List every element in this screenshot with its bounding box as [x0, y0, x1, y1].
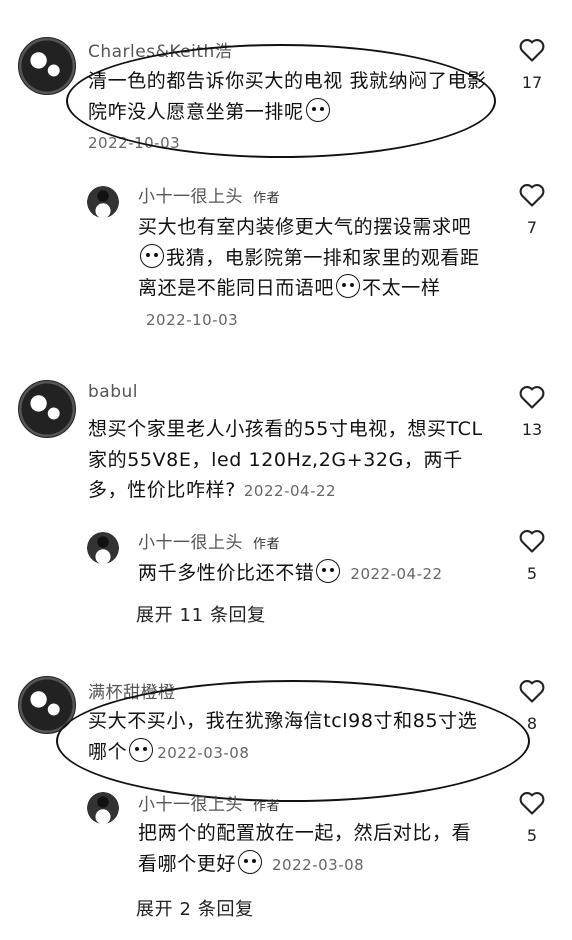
reply-date: 2022-10-03 — [146, 310, 239, 329]
avatar[interactable] — [86, 182, 120, 222]
reply-author[interactable]: 小十一很上头 作者 — [138, 528, 280, 553]
comment-author[interactable]: Charles&Keith浩 — [88, 37, 232, 62]
heart-outline-icon — [519, 39, 545, 62]
like-button[interactable]: 5 — [512, 528, 552, 583]
like-count: 13 — [521, 420, 543, 439]
avatar[interactable] — [86, 788, 120, 828]
smile-emoji-icon — [238, 849, 263, 874]
author-badge: 作者 — [253, 799, 281, 814]
reply-date: 2022-03-08 — [272, 855, 365, 874]
comment-author[interactable]: babul — [88, 382, 138, 402]
comment-text-body: 清一色的都告诉你买大的电视 我就纳闷了电影院咋没人愿意坐第一排呢 — [88, 70, 487, 123]
like-count: 5 — [526, 564, 538, 583]
heart-outline-icon — [519, 386, 545, 409]
reply-text-c: 不太一样 — [362, 277, 441, 299]
like-count: 5 — [526, 826, 538, 845]
reply-author[interactable]: 小十一很上头 作者 — [138, 182, 280, 207]
avatar[interactable] — [86, 528, 120, 568]
reply-date: 2022-04-22 — [350, 565, 443, 583]
avatar[interactable] — [18, 37, 76, 95]
avatar[interactable] — [18, 676, 76, 734]
like-count: 7 — [526, 218, 538, 237]
like-button[interactable]: 13 — [512, 384, 552, 439]
reply-author[interactable]: 小十一很上头 作者 — [138, 790, 280, 815]
reply-author-name: 小十一很上头 — [138, 533, 243, 553]
smile-emoji-icon — [336, 274, 361, 298]
expand-replies-button[interactable]: 展开 2 条回复 — [136, 895, 254, 921]
comment-text: 清一色的都告诉你买大的电视 我就纳闷了电影院咋没人愿意坐第一排呢 2022-10… — [88, 66, 488, 159]
heart-outline-icon — [519, 792, 545, 815]
smile-emoji-icon — [305, 97, 330, 122]
reply-author-name: 小十一很上头 — [138, 795, 243, 815]
reply-text-a: 两千多性价比还不错 — [138, 562, 315, 584]
reply-text-a: 买大也有室内装修更大气的摆设需求吧 — [138, 216, 472, 238]
reply-text: 两千多性价比还不错 2022-04-22 — [138, 558, 488, 590]
comment-date: 2022-03-08 — [157, 743, 250, 762]
comment-text: 买大不买小，我在犹豫海信tcl98寸和85寸选哪个 2022-03-08 — [88, 706, 488, 768]
like-button[interactable]: 5 — [512, 790, 552, 845]
comment-date: 2022-04-22 — [243, 482, 337, 500]
reply-author-name: 小十一很上头 — [138, 187, 243, 207]
comment-author[interactable]: 满杯甜橙橙 — [88, 678, 176, 703]
heart-outline-icon — [519, 530, 545, 553]
heart-outline-icon — [519, 184, 545, 207]
smile-emoji-icon — [129, 737, 154, 762]
expand-replies-button[interactable]: 展开 11 条回复 — [136, 601, 266, 627]
like-count: 8 — [526, 714, 538, 733]
comment-text: 想买个家里老人小孩看的55寸电视，想买TCL家的55V8E，led 120Hz,… — [88, 414, 498, 507]
smile-emoji-icon — [316, 559, 341, 583]
like-button[interactable]: 7 — [512, 182, 552, 237]
heart-outline-icon — [519, 680, 545, 703]
smile-emoji-icon — [140, 243, 164, 268]
reply-text: 把两个的配置放在一起，然后对比，看看哪个更好 2022-03-08 — [138, 818, 488, 880]
like-button[interactable]: 17 — [512, 37, 552, 92]
author-badge: 作者 — [253, 191, 281, 206]
avatar[interactable] — [18, 380, 76, 438]
like-count: 17 — [521, 73, 543, 92]
author-badge: 作者 — [253, 537, 281, 552]
reply-text: 买大也有室内装修更大气的摆设需求吧我猜，电影院第一排和家里的观看距离还是不能同日… — [138, 212, 488, 335]
like-button[interactable]: 8 — [512, 678, 552, 733]
comment-date: 2022-10-03 — [88, 134, 181, 152]
comment-list: Charles&Keith浩 清一色的都告诉你买大的电视 我就纳闷了电影院咋没人… — [0, 0, 572, 940]
